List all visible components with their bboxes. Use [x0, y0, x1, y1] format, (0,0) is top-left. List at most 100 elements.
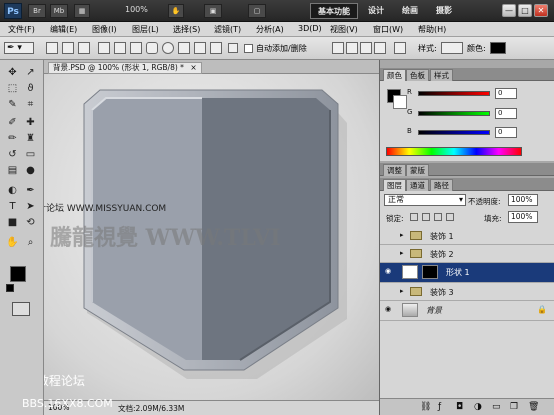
- crop-tool-icon[interactable]: ⌗: [24, 98, 37, 111]
- red-slider[interactable]: [418, 91, 490, 96]
- menu-filter[interactable]: 滤镜(T): [214, 24, 241, 35]
- dodge-tool-icon[interactable]: ◐: [6, 184, 19, 197]
- layer-row-background[interactable]: ◉ 背景 🔒: [380, 301, 554, 321]
- minimize-button[interactable]: —: [502, 4, 516, 17]
- menu-edit[interactable]: 编辑(E): [50, 24, 77, 35]
- maximize-button[interactable]: □: [518, 4, 532, 17]
- menu-layer[interactable]: 图层(L): [132, 24, 159, 35]
- link-icon[interactable]: [394, 42, 406, 54]
- lock-all-icon[interactable]: [446, 213, 454, 221]
- link-layers-icon[interactable]: ⛓: [420, 402, 431, 412]
- pen-tool-icon[interactable]: [98, 42, 110, 54]
- opacity-input[interactable]: 100%: [508, 194, 538, 206]
- quick-mask-icon[interactable]: [12, 302, 30, 316]
- pen-tool-icon[interactable]: ✒: [24, 184, 37, 197]
- close-button[interactable]: ✕: [534, 4, 548, 17]
- menu-window[interactable]: 窗口(W): [373, 24, 403, 35]
- menu-view[interactable]: 视图(V): [330, 24, 358, 35]
- menu-analysis[interactable]: 分析(A): [256, 24, 284, 35]
- fill-pixels-mode-icon[interactable]: [78, 42, 90, 54]
- expand-arrow-icon[interactable]: ▸: [400, 249, 404, 257]
- ellipse-shape-icon[interactable]: [162, 42, 174, 54]
- red-value[interactable]: 0: [495, 88, 517, 99]
- blur-tool-icon[interactable]: ●: [24, 164, 37, 177]
- visibility-toggle[interactable]: [383, 249, 393, 258]
- blend-mode-select[interactable]: 正常 ▾: [384, 194, 466, 206]
- view-extras-button[interactable]: ▦: [74, 4, 90, 18]
- gradient-tool-icon[interactable]: ▤: [6, 164, 19, 177]
- marquee-tool-icon[interactable]: ⬚: [6, 82, 19, 95]
- screen-mode-button[interactable]: ▢: [248, 4, 266, 18]
- tab-masks[interactable]: 蒙版: [406, 164, 429, 176]
- arrange-documents-button[interactable]: ▣: [204, 4, 222, 18]
- foreground-color-swatch[interactable]: [10, 266, 26, 282]
- trash-icon[interactable]: 🗑: [528, 402, 539, 412]
- tab-styles[interactable]: 样式: [430, 69, 453, 81]
- workspace-design[interactable]: 设计: [362, 3, 390, 19]
- hand-tool-button[interactable]: ✋: [168, 4, 184, 18]
- mini-bridge-button[interactable]: Mb: [50, 4, 68, 18]
- close-tab-icon[interactable]: ×: [190, 63, 196, 72]
- clone-stamp-icon[interactable]: ♜: [24, 132, 37, 145]
- shape-layers-mode-icon[interactable]: [46, 42, 58, 54]
- layer-row-decor-2[interactable]: ▸ 装饰 2: [380, 245, 554, 263]
- layer-row-shape-1[interactable]: ◉ 形状 1: [380, 263, 554, 283]
- blue-slider[interactable]: [418, 130, 490, 135]
- menu-3d[interactable]: 3D(D): [298, 24, 322, 33]
- new-layer-icon[interactable]: ❐: [510, 402, 518, 412]
- path-intersect-icon[interactable]: [360, 42, 372, 54]
- menu-file[interactable]: 文件(F): [8, 24, 35, 35]
- geometry-options-icon[interactable]: [228, 43, 238, 53]
- path-subtract-icon[interactable]: [346, 42, 358, 54]
- workspace-essentials[interactable]: 基本功能: [310, 3, 358, 19]
- green-value[interactable]: 0: [495, 108, 517, 119]
- polygon-shape-icon[interactable]: [178, 42, 190, 54]
- tab-adjustments[interactable]: 调整: [383, 164, 406, 176]
- visibility-toggle[interactable]: [383, 287, 393, 296]
- expand-arrow-icon[interactable]: ▸: [400, 287, 404, 295]
- expand-arrow-icon[interactable]: ▸: [400, 231, 404, 239]
- tab-swatches[interactable]: 色板: [406, 69, 429, 81]
- lock-pixels-icon[interactable]: [422, 213, 430, 221]
- default-colors-icon[interactable]: [6, 284, 14, 292]
- quick-selection-icon[interactable]: ✎: [6, 98, 19, 111]
- workspace-photography[interactable]: 摄影: [430, 3, 458, 19]
- auto-add-delete-checkbox[interactable]: [244, 44, 253, 53]
- path-selection-icon[interactable]: ➤: [24, 200, 37, 213]
- rectangle-shape-icon[interactable]: [130, 42, 142, 54]
- custom-shape-icon[interactable]: [210, 42, 222, 54]
- tab-paths[interactable]: 路径: [430, 179, 453, 191]
- add-mask-icon[interactable]: ◘: [456, 402, 463, 412]
- lasso-tool-icon[interactable]: ϑ: [24, 82, 37, 95]
- tab-layers[interactable]: 图层: [383, 179, 406, 191]
- history-brush-icon[interactable]: ↺: [6, 148, 19, 161]
- adjustment-layer-icon[interactable]: ◑: [474, 402, 482, 412]
- blue-value[interactable]: 0: [495, 127, 517, 138]
- rounded-rectangle-icon[interactable]: [146, 42, 158, 54]
- tab-color[interactable]: 颜色: [383, 69, 406, 81]
- eyedropper-tool-icon[interactable]: ✐: [6, 116, 19, 129]
- menu-image[interactable]: 图像(I): [92, 24, 117, 35]
- workspace-painting[interactable]: 绘画: [396, 3, 424, 19]
- eraser-tool-icon[interactable]: ▭: [24, 148, 37, 161]
- lock-position-icon[interactable]: [434, 213, 442, 221]
- zoom-level[interactable]: 100%: [125, 5, 148, 14]
- type-tool-icon[interactable]: T: [6, 200, 19, 213]
- fill-input[interactable]: 100%: [508, 211, 538, 223]
- tool-preset-picker[interactable]: ✒ ▾: [4, 42, 34, 54]
- color-spectrum-bar[interactable]: [386, 147, 522, 156]
- artboard-icon[interactable]: ↗: [24, 66, 37, 79]
- hand-tool-icon[interactable]: ✋: [6, 236, 19, 249]
- healing-brush-icon[interactable]: ✚: [24, 116, 37, 129]
- move-tool-icon[interactable]: ✥: [6, 66, 19, 79]
- menu-help[interactable]: 帮助(H): [418, 24, 446, 35]
- freeform-pen-icon[interactable]: [114, 42, 126, 54]
- lock-transparent-icon[interactable]: [410, 213, 418, 221]
- path-add-icon[interactable]: [332, 42, 344, 54]
- style-picker[interactable]: [441, 42, 463, 54]
- new-group-icon[interactable]: ▭: [492, 402, 501, 412]
- eye-icon[interactable]: ◉: [383, 305, 393, 314]
- color-bg-swatch[interactable]: [393, 95, 407, 109]
- layer-row-decor-3[interactable]: ▸ 装饰 3: [380, 283, 554, 301]
- line-shape-icon[interactable]: [194, 42, 206, 54]
